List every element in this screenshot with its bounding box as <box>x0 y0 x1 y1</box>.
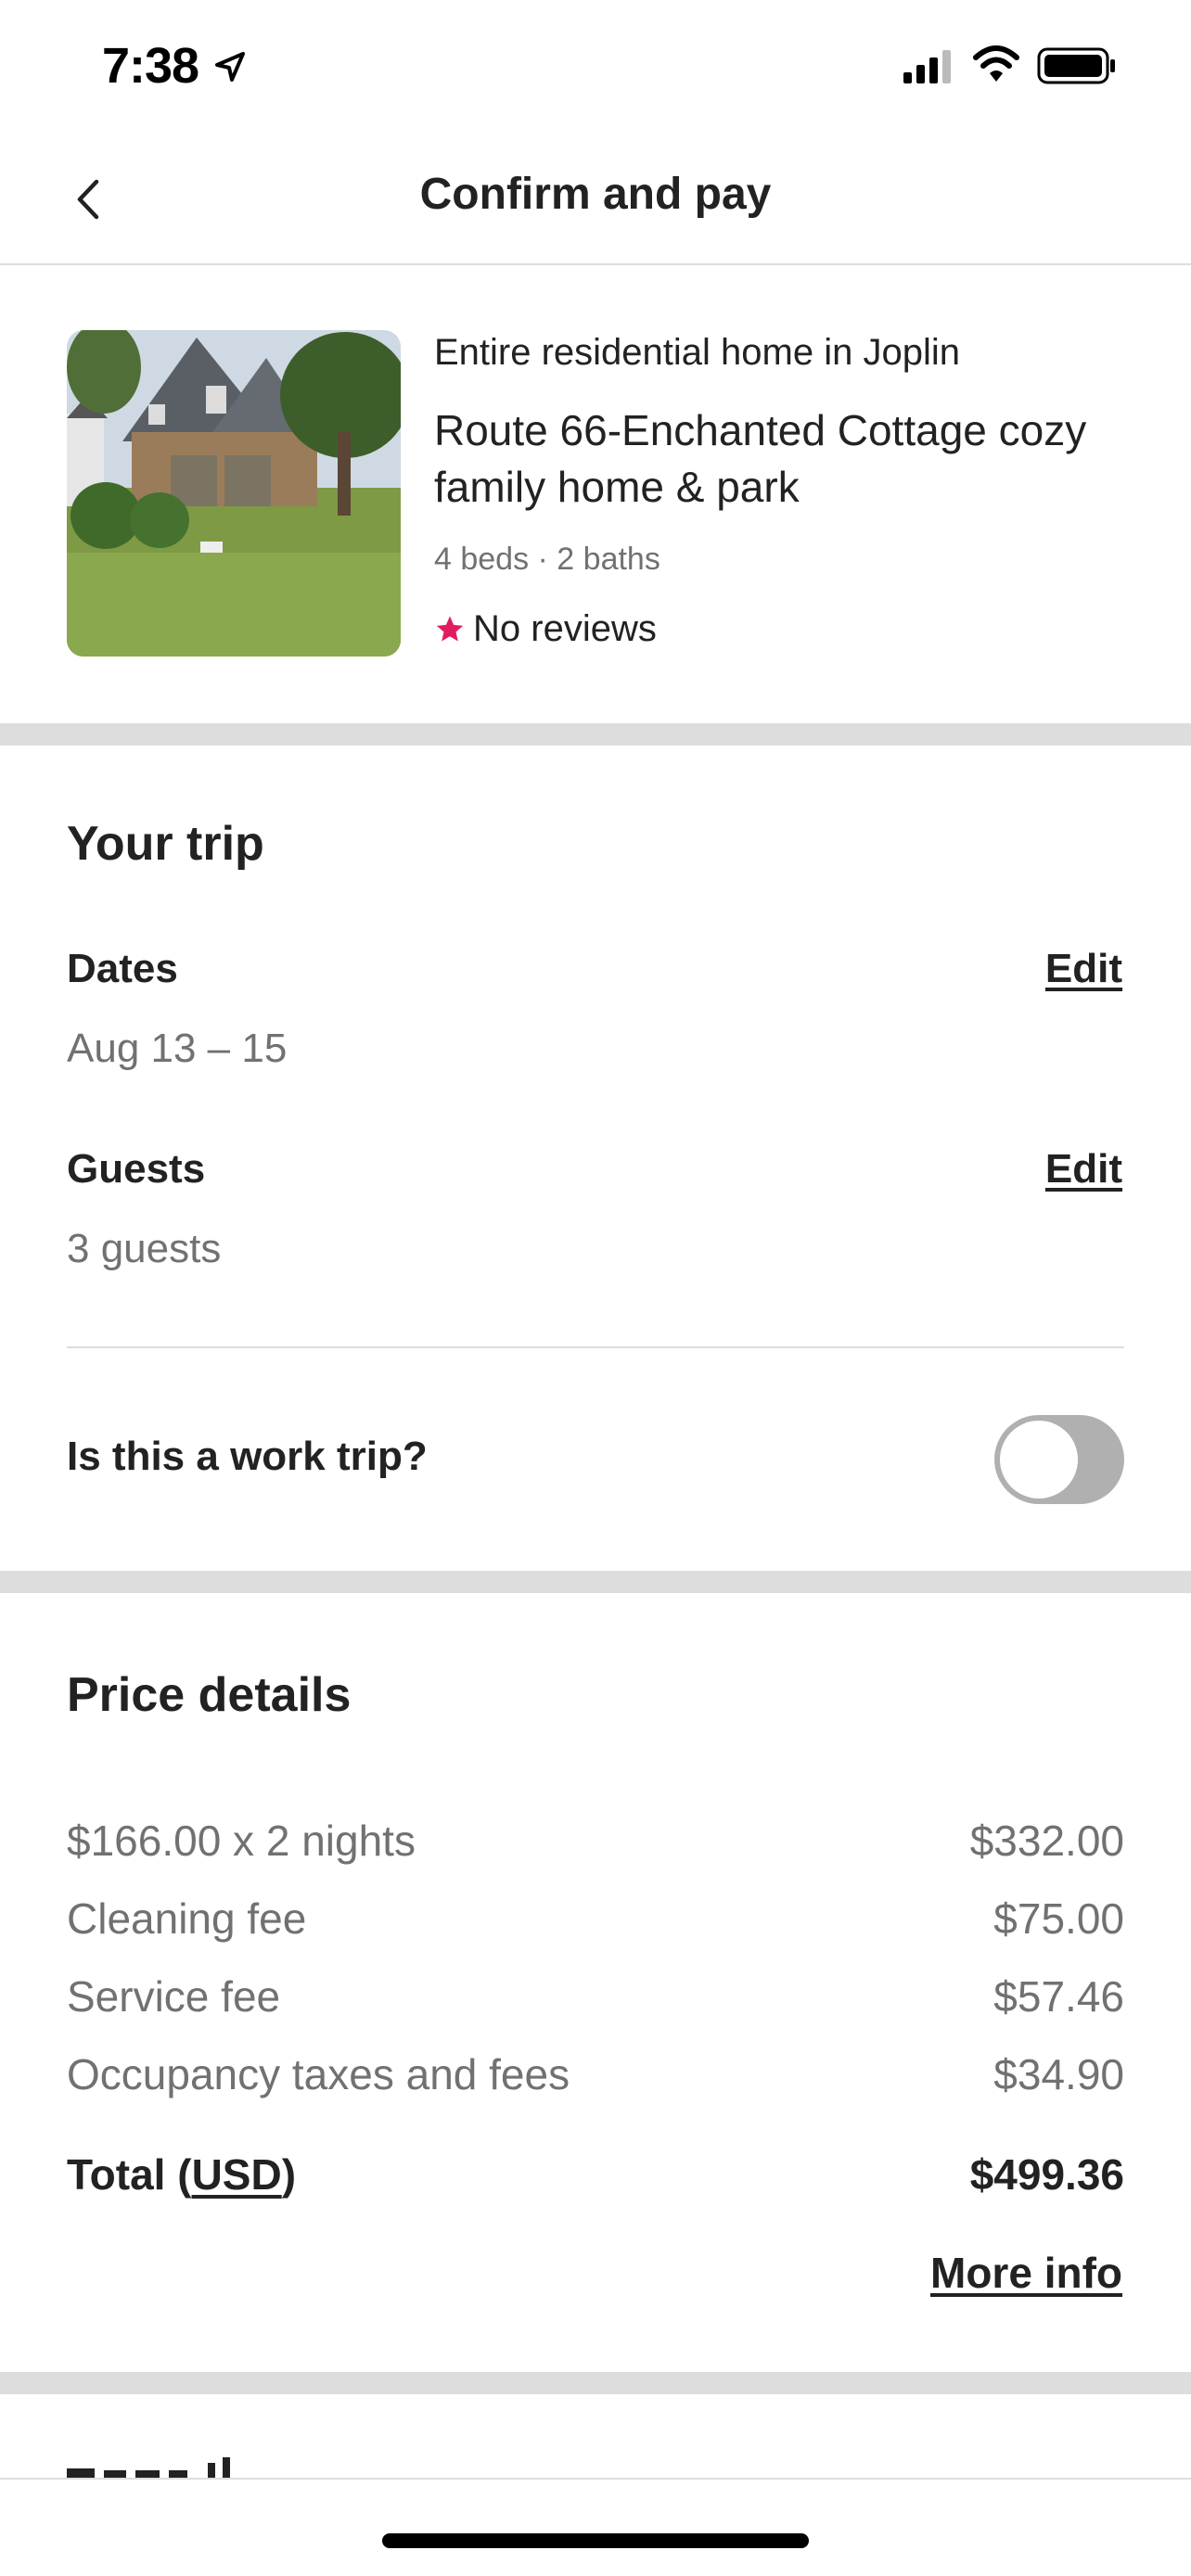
listing-type: Entire residential home in Joplin <box>434 332 960 373</box>
section-divider <box>0 1571 1191 1593</box>
more-info-link[interactable]: More info <box>930 2248 1122 2298</box>
guests-label: Guests <box>67 1146 206 1192</box>
price-row-taxes: Occupancy taxes and fees $34.90 <box>67 2049 1124 2105</box>
edit-dates-button[interactable]: Edit <box>1045 946 1122 992</box>
wifi-icon <box>973 45 1019 82</box>
total-amount: $499.36 <box>969 2150 1124 2199</box>
price-row-amount: $34.90 <box>993 2050 1124 2098</box>
price-row-nightly: $166.00 x 2 nights $332.00 <box>67 1816 1124 1871</box>
currency-link[interactable]: USD <box>192 2150 282 2199</box>
guests-value: 3 guests <box>67 1226 222 1271</box>
top-nav-bar: Confirm and pay <box>0 139 1191 265</box>
price-row-cleaning: Cleaning fee $75.00 <box>67 1894 1124 1949</box>
work-trip-label: Is this a work trip? <box>67 1434 428 1479</box>
location-arrow-icon <box>215 52 245 82</box>
listing-rating: No reviews <box>434 608 657 650</box>
total-suffix: ) <box>281 2150 297 2199</box>
price-row-amount: $75.00 <box>993 1894 1124 1943</box>
status-time: 7:38 <box>102 38 199 94</box>
total-row: Total (USD) $499.36 <box>67 2149 1124 2205</box>
price-row-label: $166.00 x 2 nights <box>67 1817 416 1865</box>
bottom-bar-divider <box>0 2478 1191 2480</box>
page-title: Confirm and pay <box>419 170 772 219</box>
next-section-heading-partial <box>67 2457 230 2478</box>
listing-title: Route 66-Enchanted Cottage cozy family h… <box>434 406 1087 511</box>
trip-divider <box>67 1346 1124 1348</box>
price-row-label: Cleaning fee <box>67 1894 307 1943</box>
battery-icon <box>1037 47 1115 84</box>
your-trip-heading: Your trip <box>67 817 264 871</box>
listing-beds-baths: 4 beds · 2 baths <box>434 542 660 577</box>
toggle-knob <box>1000 1421 1078 1498</box>
edit-guests-button[interactable]: Edit <box>1045 1146 1122 1192</box>
section-divider <box>0 723 1191 746</box>
listing-summary[interactable]: Entire residential home in Joplin Route … <box>0 267 1191 723</box>
price-details-heading: Price details <box>67 1668 352 1722</box>
status-bar: 7:38 <box>0 0 1191 139</box>
dates-value: Aug 13 – 15 <box>67 1026 288 1071</box>
price-row-label: Occupancy taxes and fees <box>67 2050 570 2098</box>
home-indicator[interactable] <box>382 2533 809 2548</box>
section-divider <box>0 2372 1191 2394</box>
star-icon <box>436 616 464 641</box>
price-row-label: Service fee <box>67 1972 281 2021</box>
cellular-signal-icon <box>903 50 951 83</box>
confirm-and-pay-screen: 7:38 Confirm and pay Entire residential … <box>0 0 1191 2576</box>
price-row-amount: $332.00 <box>969 1817 1124 1865</box>
price-row-service: Service fee $57.46 <box>67 1971 1124 2027</box>
total-label: Total (USD) <box>67 2149 296 2205</box>
dates-label: Dates <box>67 946 178 991</box>
rating-text: No reviews <box>473 608 657 649</box>
total-prefix: Total ( <box>67 2150 192 2199</box>
work-trip-toggle[interactable] <box>994 1415 1124 1504</box>
price-row-amount: $57.46 <box>993 1972 1124 2021</box>
listing-photo <box>67 330 401 657</box>
